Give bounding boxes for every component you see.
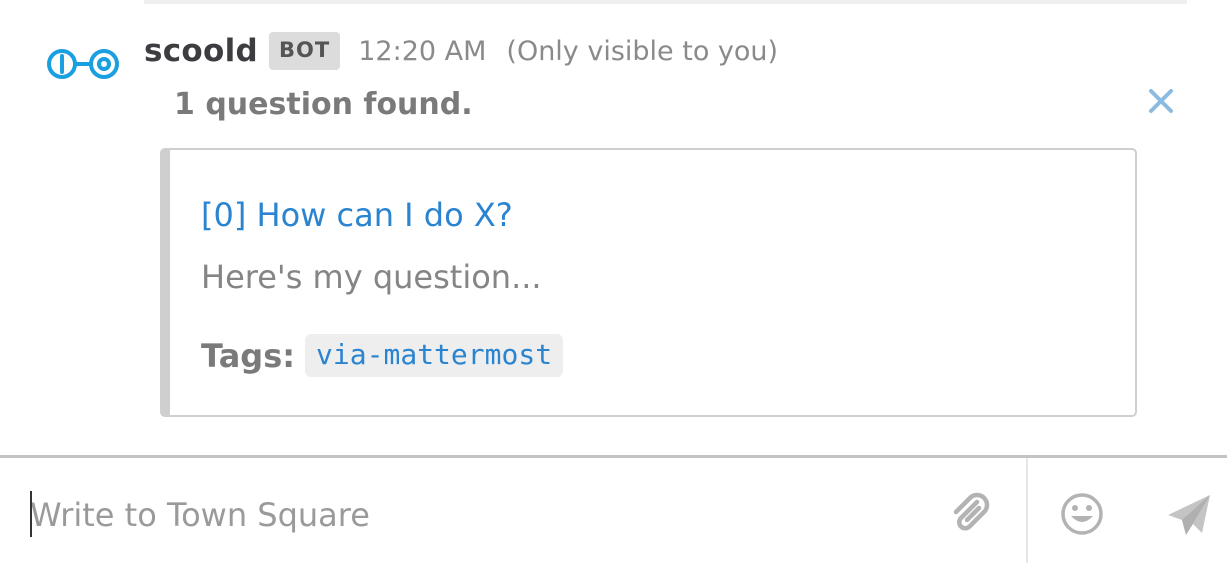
send-icon[interactable] (1164, 491, 1214, 539)
bot-badge: BOT (269, 32, 341, 70)
close-icon[interactable] (1146, 86, 1176, 116)
composer-divider (1026, 458, 1028, 563)
visibility-note: (Only visible to you) (506, 35, 779, 67)
message-header: scoold BOT 12:20 AM (Only visible to you… (144, 25, 778, 77)
question-title-link[interactable]: [0] How can I do X? (201, 196, 513, 234)
message-composer (0, 455, 1227, 563)
timestamp[interactable]: 12:20 AM (358, 36, 486, 67)
tags-row: Tags: via-mattermost (201, 334, 564, 377)
chat-view: scoold BOT 12:20 AM (Only visible to you… (0, 0, 1227, 563)
message-input[interactable] (30, 490, 930, 540)
tag-chip[interactable]: via-mattermost (305, 334, 564, 377)
scoold-logo-icon[interactable] (46, 45, 122, 83)
text-caret (30, 491, 32, 537)
question-attachment: [0] How can I do X? Here's my question..… (160, 148, 1137, 417)
tags-label: Tags: (201, 336, 296, 375)
username[interactable]: scoold (144, 33, 258, 69)
previous-message-divider (144, 0, 1187, 4)
smiley-icon[interactable] (1058, 490, 1106, 538)
paperclip-icon[interactable] (947, 490, 995, 538)
result-summary: 1 question found. (174, 87, 473, 122)
question-text: Here's my question... (201, 258, 542, 296)
